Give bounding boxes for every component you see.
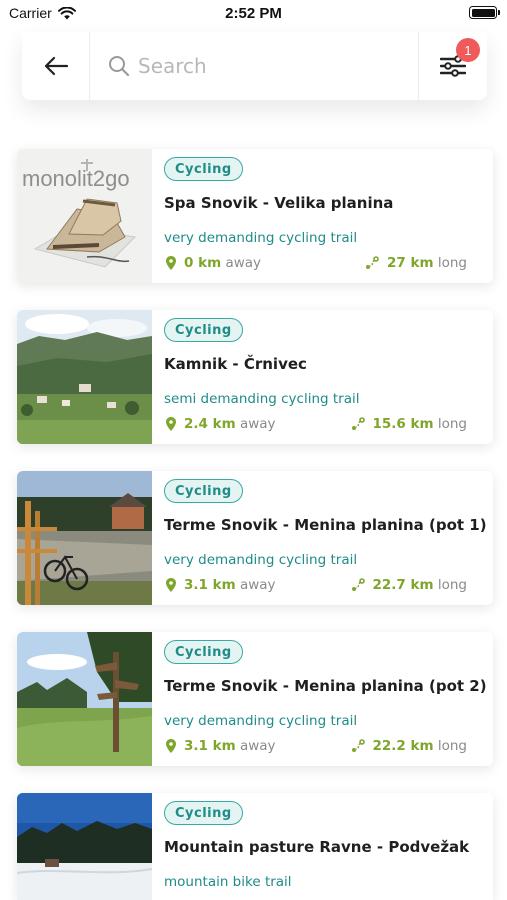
length-info: 22.2 km long <box>351 738 467 754</box>
trail-card-body: Cycling Mountain pasture Ravne - Podveža… <box>164 793 479 900</box>
category-tag: Cycling <box>164 157 243 181</box>
length-value: 22.7 km <box>372 577 434 593</box>
category-tag: Cycling <box>164 318 243 342</box>
distance-label: away <box>225 255 262 271</box>
trail-title: Spa Snovik - Velika planina <box>164 194 394 212</box>
length-info: 15.6 km long <box>351 416 467 432</box>
length-label: long <box>437 255 467 271</box>
trail-thumbnail <box>17 310 152 444</box>
distance-info: 3.1 km away <box>166 577 276 593</box>
trail-difficulty: semi demanding cycling trail <box>164 391 360 407</box>
status-time: 2:52 PM <box>225 5 282 22</box>
battery-icon <box>469 6 500 19</box>
trail-card[interactable]: monolit2go Cycling Spa Snovik - Velika p… <box>17 149 493 283</box>
category-tag: Cycling <box>164 640 243 664</box>
location-pin-icon <box>166 739 176 753</box>
search-input[interactable] <box>138 54 378 78</box>
search-icon <box>109 56 130 77</box>
trail-card-body: Cycling Terme Snovik - Menina planina (p… <box>164 471 487 605</box>
location-pin-icon <box>166 417 176 431</box>
distance-label: away <box>239 577 276 593</box>
thumb-logo: monolit2go <box>22 166 130 191</box>
trail-thumbnail <box>17 632 152 766</box>
trail-thumbnail <box>17 471 152 605</box>
trail-meta: 0 km away 27 km long <box>164 255 479 275</box>
trail-title: Kamnik - Črnivec <box>164 355 307 373</box>
distance-label: away <box>239 738 276 754</box>
trail-difficulty: very demanding cycling trail <box>164 552 358 568</box>
location-pin-icon <box>166 256 176 270</box>
filter-count-badge: 1 <box>456 38 480 62</box>
trail-meta: 2.4 km away 15.6 km long <box>164 416 479 436</box>
length-label: long <box>437 416 467 432</box>
trail-card[interactable]: Cycling Kamnik - Črnivec semi demanding … <box>17 310 493 444</box>
distance-value: 3.1 km <box>184 738 236 754</box>
distance-value: 2.4 km <box>184 416 236 432</box>
trail-card[interactable]: Cycling Mountain pasture Ravne - Podveža… <box>17 793 493 900</box>
length-info: 27 km long <box>365 255 467 271</box>
route-icon <box>366 256 379 269</box>
trail-card[interactable]: Cycling Terme Snovik - Menina planina (p… <box>17 471 493 605</box>
trail-thumbnail: monolit2go <box>17 149 152 283</box>
trail-thumbnail <box>17 793 152 900</box>
category-tag: Cycling <box>164 801 243 825</box>
trail-card[interactable]: Cycling Terme Snovik - Menina planina (p… <box>17 632 493 766</box>
back-button[interactable] <box>22 32 90 100</box>
trail-meta: 3.1 km away 22.2 km long <box>164 738 479 758</box>
trail-difficulty: very demanding cycling trail <box>164 713 358 729</box>
distance-label: away <box>239 416 276 432</box>
trail-card-body: Cycling Kamnik - Črnivec semi demanding … <box>164 310 479 444</box>
trail-meta: 3.1 km away 22.7 km long <box>164 577 479 597</box>
length-value: 15.6 km <box>372 416 434 432</box>
trail-title: Terme Snovik - Menina planina (pot 1) <box>164 516 487 534</box>
distance-info: 0 km away <box>166 255 261 271</box>
category-tag: Cycling <box>164 479 243 503</box>
distance-value: 0 km <box>184 255 222 271</box>
distance-info: 2.4 km away <box>166 416 276 432</box>
trail-title: Terme Snovik - Menina planina (pot 2) <box>164 677 487 695</box>
location-pin-icon <box>166 578 176 592</box>
length-value: 22.2 km <box>372 738 434 754</box>
trail-card-body: Cycling Terme Snovik - Menina planina (p… <box>164 632 487 766</box>
route-icon <box>351 417 365 430</box>
route-icon <box>351 739 365 752</box>
search-header: 1 <box>22 32 487 100</box>
trail-title: Mountain pasture Ravne - Podvežak <box>164 838 470 856</box>
length-label: long <box>437 577 467 593</box>
length-info: 22.7 km long <box>351 577 467 593</box>
distance-info: 3.1 km away <box>166 738 276 754</box>
length-value: 27 km <box>387 255 434 271</box>
trail-difficulty: mountain bike trail <box>164 874 292 890</box>
arrow-left-icon <box>44 56 68 76</box>
trail-card-body: Cycling Spa Snovik - Velika planina very… <box>164 149 479 283</box>
status-bar: Carrier 2:52 PM <box>0 0 507 30</box>
length-label: long <box>437 738 467 754</box>
search-field[interactable] <box>90 32 418 100</box>
trail-difficulty: very demanding cycling trail <box>164 230 358 246</box>
filter-button[interactable]: 1 <box>418 32 487 100</box>
route-icon <box>351 578 365 591</box>
distance-value: 3.1 km <box>184 577 236 593</box>
